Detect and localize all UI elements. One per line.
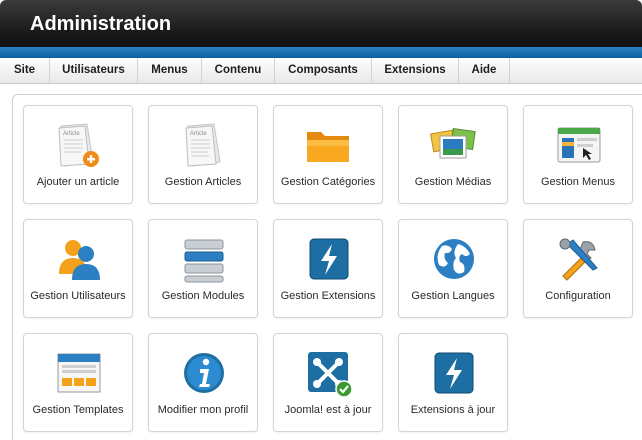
tile-label: Gestion Catégories xyxy=(280,176,376,188)
tile-joomla-status[interactable]: Joomla! est à jour xyxy=(273,333,383,432)
menu-aide[interactable]: Aide xyxy=(459,58,510,83)
menu-composants[interactable]: Composants xyxy=(275,58,372,83)
tile-add-article[interactable]: Article Ajouter un article xyxy=(23,105,133,204)
tile-label: Ajouter un article xyxy=(36,176,120,188)
menu-extensions[interactable]: Extensions xyxy=(372,58,459,83)
svg-text:Article: Article xyxy=(63,131,80,137)
info-icon xyxy=(178,348,230,398)
menu-utilisateurs[interactable]: Utilisateurs xyxy=(50,58,138,83)
tile-extensions[interactable]: Gestion Extensions xyxy=(273,219,383,318)
svg-text:Article: Article xyxy=(190,131,207,137)
tile-modules[interactable]: Gestion Modules xyxy=(148,219,258,318)
tile-label: Configuration xyxy=(545,290,611,302)
joomla-check-icon xyxy=(303,348,355,398)
tile-label: Extensions à jour xyxy=(410,404,496,416)
tile-templates[interactable]: Gestion Templates xyxy=(23,333,133,432)
tile-label: Gestion Langues xyxy=(411,290,495,302)
tile-extensions-update[interactable]: Extensions à jour xyxy=(398,333,508,432)
menu-site[interactable]: Site xyxy=(0,58,50,83)
tile-label: Modifier mon profil xyxy=(157,404,249,416)
tile-label: Joomla! est à jour xyxy=(284,404,372,416)
menu-window-icon xyxy=(553,120,605,170)
tile-label: Gestion Modules xyxy=(161,290,245,302)
tile-label: Gestion Menus xyxy=(541,176,615,188)
tools-icon xyxy=(553,234,605,284)
modules-icon xyxy=(178,234,230,284)
tile-label: Gestion Extensions xyxy=(280,290,376,302)
tile-articles[interactable]: Article Gestion Articles xyxy=(148,105,258,204)
tile-languages[interactable]: Gestion Langues xyxy=(398,219,508,318)
template-icon xyxy=(53,348,105,398)
folder-icon xyxy=(303,120,355,170)
media-icon xyxy=(428,120,480,170)
menu-menus[interactable]: Menus xyxy=(138,58,202,83)
lightning-icon xyxy=(428,348,480,398)
articles-icon: Article xyxy=(178,120,230,170)
users-icon xyxy=(53,234,105,284)
tile-label: Gestion Utilisateurs xyxy=(30,290,126,302)
header-stripe xyxy=(0,47,642,58)
tile-users[interactable]: Gestion Utilisateurs xyxy=(23,219,133,318)
globe-icon xyxy=(428,234,480,284)
admin-header: Administration xyxy=(0,0,642,58)
tile-label: Gestion Templates xyxy=(32,404,124,416)
menu-contenu[interactable]: Contenu xyxy=(202,58,275,83)
tile-configuration[interactable]: Configuration xyxy=(523,219,633,318)
lightning-icon xyxy=(303,234,355,284)
tile-profile[interactable]: Modifier mon profil xyxy=(148,333,258,432)
tile-label: Gestion Médias xyxy=(414,176,492,188)
tile-categories[interactable]: Gestion Catégories xyxy=(273,105,383,204)
tile-media[interactable]: Gestion Médias xyxy=(398,105,508,204)
main-menu-bar: Site Utilisateurs Menus Contenu Composan… xyxy=(0,58,642,84)
add-article-icon: Article xyxy=(53,120,105,170)
page-title: Administration xyxy=(30,13,172,35)
tile-menus[interactable]: Gestion Menus xyxy=(523,105,633,204)
tile-label: Gestion Articles xyxy=(164,176,242,188)
